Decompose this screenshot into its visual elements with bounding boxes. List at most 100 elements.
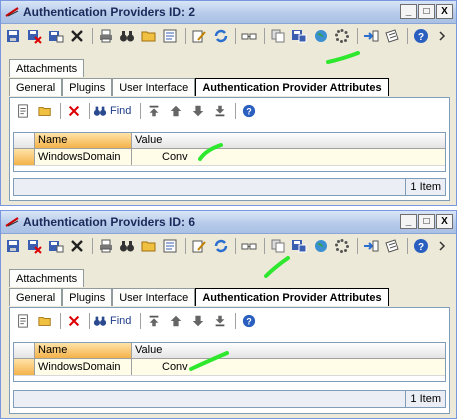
cell-value[interactable]: Conv: [132, 359, 188, 375]
refresh-icon[interactable]: [211, 26, 231, 46]
move-up-icon[interactable]: [166, 101, 186, 121]
help-icon[interactable]: ?: [411, 236, 431, 256]
row-selector[interactable]: [14, 359, 35, 375]
tab-general[interactable]: General: [9, 78, 63, 96]
toolbar-separator: [356, 238, 358, 254]
save-new-icon[interactable]: [46, 26, 66, 46]
open-folder-icon[interactable]: [35, 101, 55, 121]
open-folder-icon[interactable]: [139, 26, 159, 46]
overflow-chevron-icon[interactable]: [432, 236, 452, 256]
loading-spinner-icon[interactable]: [332, 26, 352, 46]
cell-name[interactable]: WindowsDomain: [35, 149, 132, 165]
tab-attachments[interactable]: Attachments: [9, 269, 85, 287]
svg-text:?: ?: [247, 317, 252, 327]
move-up-icon[interactable]: [166, 311, 186, 331]
note-icon[interactable]: [382, 26, 402, 46]
binoculars-icon[interactable]: [118, 26, 138, 46]
save-close-icon[interactable]: [25, 236, 45, 256]
properties-icon[interactable]: [161, 236, 181, 256]
tab-attachments[interactable]: Attachments: [9, 59, 85, 77]
globe-icon[interactable]: [311, 26, 331, 46]
find-button[interactable]: Find: [93, 104, 131, 118]
properties-icon[interactable]: [161, 26, 181, 46]
binoculars-icon: [93, 316, 107, 326]
move-bottom-icon[interactable]: [210, 101, 230, 121]
edit-wand-icon[interactable]: [189, 26, 209, 46]
cell-value[interactable]: Conv: [132, 149, 188, 165]
print-icon[interactable]: [96, 236, 116, 256]
delete-icon[interactable]: [68, 26, 88, 46]
tab-authentication-provider-attributes[interactable]: Authentication Provider Attributes: [195, 288, 389, 306]
edit-wand-icon[interactable]: [189, 236, 209, 256]
overflow-chevron-icon[interactable]: [432, 26, 452, 46]
binoculars-icon[interactable]: [118, 236, 138, 256]
open-folder-icon[interactable]: [139, 236, 159, 256]
connect-icon[interactable]: [239, 26, 259, 46]
maximize-button[interactable]: □: [418, 214, 435, 229]
refresh-icon[interactable]: [211, 236, 231, 256]
delete-icon[interactable]: [64, 311, 84, 331]
find-button[interactable]: Find: [93, 314, 131, 328]
tab-row-top: Attachments: [9, 59, 85, 77]
save-close-icon[interactable]: [25, 26, 45, 46]
minimize-button[interactable]: _: [400, 4, 417, 19]
tab-authentication-provider-attributes[interactable]: Authentication Provider Attributes: [195, 78, 389, 96]
globe-icon[interactable]: [311, 236, 331, 256]
open-folder-icon[interactable]: [35, 311, 55, 331]
cell-value-text: Conv: [162, 361, 188, 373]
main-toolbar: ?: [3, 235, 454, 257]
attributes-grid: Name Value WindowsDomain Conv: [13, 132, 446, 172]
move-top-icon[interactable]: [144, 101, 164, 121]
move-down-icon[interactable]: [188, 311, 208, 331]
import-icon[interactable]: [361, 236, 381, 256]
connect-icon[interactable]: [239, 236, 259, 256]
tab-plugins[interactable]: Plugins: [62, 78, 113, 96]
window-auth-provider-6: Authentication Providers ID: 6 _ □ X ? A…: [0, 210, 457, 419]
save-new-icon[interactable]: [46, 236, 66, 256]
help-icon[interactable]: ?: [239, 311, 259, 331]
row-selector[interactable]: [14, 149, 35, 165]
main-toolbar: ?: [3, 25, 454, 47]
minimize-button[interactable]: _: [400, 214, 417, 229]
move-top-icon[interactable]: [144, 311, 164, 331]
delete-icon[interactable]: [68, 236, 88, 256]
move-bottom-icon[interactable]: [210, 311, 230, 331]
toolbar-separator: [140, 103, 142, 119]
print-icon[interactable]: [96, 26, 116, 46]
tab-user-interface[interactable]: User Interface: [112, 78, 196, 96]
new-icon[interactable]: [13, 311, 33, 331]
import-icon[interactable]: [361, 26, 381, 46]
toolbar-separator: [235, 28, 237, 44]
save-as-icon[interactable]: [289, 26, 309, 46]
note-icon[interactable]: [382, 236, 402, 256]
maximize-button[interactable]: □: [418, 4, 435, 19]
save-icon[interactable]: [3, 236, 23, 256]
title-bar[interactable]: Authentication Providers ID: 2 _ □ X: [1, 1, 456, 24]
save-icon[interactable]: [3, 26, 23, 46]
column-header-name[interactable]: Name: [35, 343, 132, 358]
tab-plugins[interactable]: Plugins: [62, 288, 113, 306]
copy-icon[interactable]: [268, 236, 288, 256]
table-row[interactable]: WindowsDomain Conv: [14, 149, 445, 166]
new-icon[interactable]: [13, 101, 33, 121]
loading-spinner-icon[interactable]: [332, 236, 352, 256]
tab-general[interactable]: General: [9, 288, 63, 306]
column-header-value[interactable]: Value: [132, 133, 162, 148]
column-header-value[interactable]: Value: [132, 343, 162, 358]
column-header-name[interactable]: Name: [35, 133, 132, 148]
move-down-icon[interactable]: [188, 101, 208, 121]
close-button[interactable]: X: [436, 214, 453, 229]
toolbar-separator: [89, 313, 90, 329]
help-icon[interactable]: ?: [239, 101, 259, 121]
tab-user-interface[interactable]: User Interface: [112, 288, 196, 306]
delete-icon[interactable]: [64, 101, 84, 121]
save-as-icon[interactable]: [289, 236, 309, 256]
svg-text:?: ?: [418, 32, 424, 43]
title-bar[interactable]: Authentication Providers ID: 6 _ □ X: [1, 211, 456, 234]
toolbar-separator: [92, 238, 94, 254]
help-icon[interactable]: ?: [411, 26, 431, 46]
copy-icon[interactable]: [268, 26, 288, 46]
cell-name[interactable]: WindowsDomain: [35, 359, 132, 375]
toolbar-separator: [263, 28, 265, 44]
close-button[interactable]: X: [436, 4, 453, 19]
